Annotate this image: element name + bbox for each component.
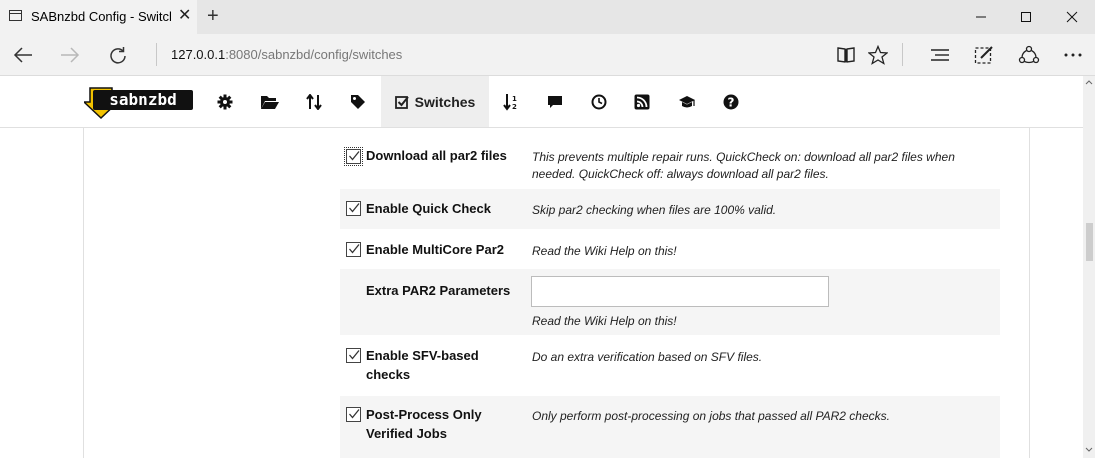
browser-tab-strip: SABnzbd Config - Switcl ✕ + — [0, 0, 1095, 34]
folder-open-icon[interactable] — [258, 76, 282, 127]
post-process-verified-checkbox[interactable] — [346, 407, 361, 422]
page-scrollbar[interactable] — [1083, 76, 1095, 458]
extra-par2-parameters-input[interactable] — [531, 276, 829, 307]
web-page: sabnzbd Switches 12 ? Download all par2 … — [0, 76, 1083, 458]
tag-icon[interactable] — [347, 76, 369, 127]
reading-view-icon[interactable] — [828, 34, 864, 75]
enable-quick-check-checkbox[interactable] — [346, 201, 361, 216]
forward-icon[interactable] — [50, 34, 90, 75]
page-icon — [9, 10, 22, 21]
setting-description: This prevents multiple repair runs. Quic… — [532, 150, 955, 181]
refresh-icon[interactable] — [98, 34, 138, 75]
more-icon[interactable] — [1055, 34, 1091, 75]
graduation-cap-icon[interactable] — [676, 76, 698, 127]
browser-tab[interactable]: SABnzbd Config - Switcl ✕ — [0, 0, 197, 34]
share-icon[interactable] — [1011, 34, 1047, 75]
setting-description: Do an extra verification based on SFV fi… — [532, 350, 763, 364]
setting-label: Post-Process Only Verified Jobs — [366, 407, 482, 441]
scroll-down-icon[interactable] — [1083, 446, 1095, 454]
sort-numeric-icon[interactable]: 12 — [500, 76, 522, 127]
address-bar: 127.0.0.1:8080/sabnzbd/config/switches — [0, 34, 1095, 76]
setting-label: Extra PAR2 Parameters — [366, 283, 511, 298]
app-navbar: sabnzbd Switches 12 ? — [0, 76, 1083, 128]
sabnzbd-logo[interactable]: sabnzbd — [82, 84, 196, 120]
download-all-par2-checkbox[interactable] — [344, 147, 363, 166]
svg-text:?: ? — [728, 95, 735, 109]
nav-switches-label: Switches — [414, 93, 476, 110]
url-host: 127.0.0.1 — [171, 47, 226, 62]
setting-label: Download all par2 files — [366, 148, 507, 163]
checkbox-icon — [394, 95, 409, 109]
setting-description: Only perform post-processing on jobs tha… — [532, 409, 890, 423]
sort-arrows-icon[interactable] — [304, 76, 324, 127]
svg-text:2: 2 — [512, 103, 517, 111]
url-path: :8080/sabnzbd/config/switches — [225, 47, 403, 62]
clock-icon[interactable] — [588, 76, 610, 127]
rss-icon[interactable] — [631, 76, 653, 127]
setting-description: Read the Wiki Help on this! — [532, 244, 677, 258]
help-icon[interactable]: ? — [720, 76, 742, 127]
web-note-icon[interactable] — [966, 34, 1002, 75]
maximize-icon[interactable] — [1003, 0, 1049, 34]
back-icon[interactable] — [3, 34, 43, 75]
setting-row: Enable Quick Check Skip par2 checking wh… — [340, 189, 1000, 229]
comment-icon[interactable] — [544, 76, 566, 127]
url-separator — [156, 43, 157, 66]
scroll-up-icon[interactable] — [1083, 78, 1095, 86]
url-field[interactable]: 127.0.0.1:8080/sabnzbd/config/switches — [171, 47, 402, 62]
setting-description: Skip par2 checking when files are 100% v… — [532, 203, 777, 217]
gear-icon[interactable] — [214, 76, 236, 127]
close-tab-icon[interactable]: ✕ — [178, 7, 191, 25]
setting-row: Post-Process Only Verified Jobs Only per… — [340, 396, 1000, 458]
hub-icon[interactable] — [922, 34, 958, 75]
logo-text: sabnzbd — [109, 90, 176, 109]
new-tab-icon[interactable]: + — [207, 5, 219, 27]
setting-label: Enable MultiCore Par2 — [366, 242, 504, 257]
minimize-icon[interactable] — [958, 0, 1004, 34]
tab-title: SABnzbd Config - Switcl — [31, 9, 172, 24]
nav-switches-tab[interactable]: Switches — [381, 76, 489, 127]
scroll-thumb[interactable] — [1086, 223, 1093, 261]
setting-label: Enable SFV-based checks — [366, 348, 479, 382]
enable-sfv-checks-checkbox[interactable] — [346, 348, 361, 363]
enable-multicore-par2-checkbox[interactable] — [346, 242, 361, 257]
close-window-icon[interactable] — [1049, 0, 1095, 34]
setting-label: Enable Quick Check — [366, 201, 491, 216]
setting-row: Enable MultiCore Par2 Read the Wiki Help… — [340, 229, 1000, 269]
setting-row: Extra PAR2 Parameters Read the Wiki Help… — [340, 269, 1000, 335]
favorite-star-icon[interactable] — [860, 34, 896, 75]
setting-description: Read the Wiki Help on this! — [532, 314, 677, 328]
svg-text:1: 1 — [512, 95, 517, 103]
settings-content: Download all par2 files This prevents mu… — [83, 128, 1030, 458]
setting-row: Download all par2 files This prevents mu… — [340, 136, 1000, 187]
setting-row: Enable SFV-based checks Do an extra veri… — [340, 335, 1000, 396]
toolbar-separator — [902, 43, 903, 66]
